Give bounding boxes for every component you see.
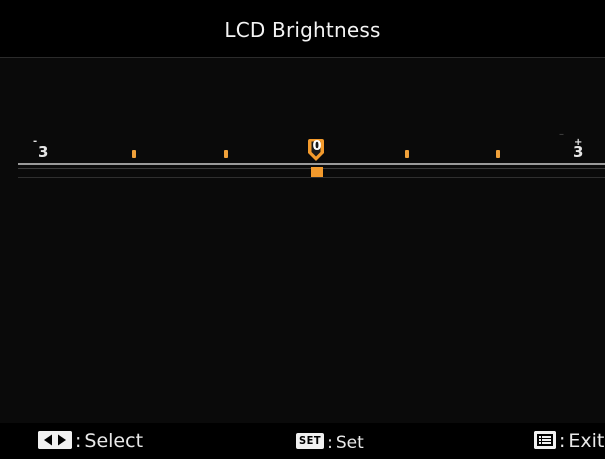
- set-button-icon: SET: [296, 433, 325, 449]
- plus-hint-mark: –: [559, 129, 564, 140]
- select-label: Select: [84, 430, 144, 452]
- set-hint[interactable]: SET: Set: [296, 431, 364, 455]
- menu-button-icon: [534, 430, 556, 449]
- scale-track-line: [18, 177, 605, 178]
- scale-tick: [405, 150, 409, 158]
- scale-tick: [132, 150, 136, 158]
- set-colon: :: [327, 433, 333, 453]
- scale-tick: [496, 150, 500, 158]
- title-bar: LCD Brightness: [0, 0, 605, 58]
- brightness-scale[interactable]: - 3 0 – + 3: [0, 130, 605, 190]
- level-marker[interactable]: [311, 167, 323, 177]
- left-right-arrows-icon: [38, 430, 72, 449]
- page-title: LCD Brightness: [224, 18, 381, 42]
- current-value-label: 0: [312, 139, 322, 154]
- select-hint[interactable]: : Select: [38, 429, 143, 453]
- set-label: Set: [335, 433, 364, 453]
- current-value-pointer: 0: [307, 138, 325, 162]
- exit-hint[interactable]: : Exit: [534, 429, 604, 453]
- minus-sign: -: [33, 136, 38, 147]
- lcd-brightness-screen: LCD Brightness - 3 0 – + 3: Select SET …: [0, 0, 605, 459]
- exit-label: Exit: [568, 430, 605, 452]
- title-divider: [0, 57, 605, 58]
- select-colon: :: [75, 430, 82, 452]
- scale-tick: [224, 150, 228, 158]
- button-guide: : Select SET: Set : Exit: [0, 423, 605, 459]
- exit-colon: :: [559, 430, 566, 452]
- scale-track[interactable]: [18, 163, 605, 165]
- scale-max-label: 3: [573, 143, 584, 161]
- scale-min-label: 3: [38, 143, 49, 161]
